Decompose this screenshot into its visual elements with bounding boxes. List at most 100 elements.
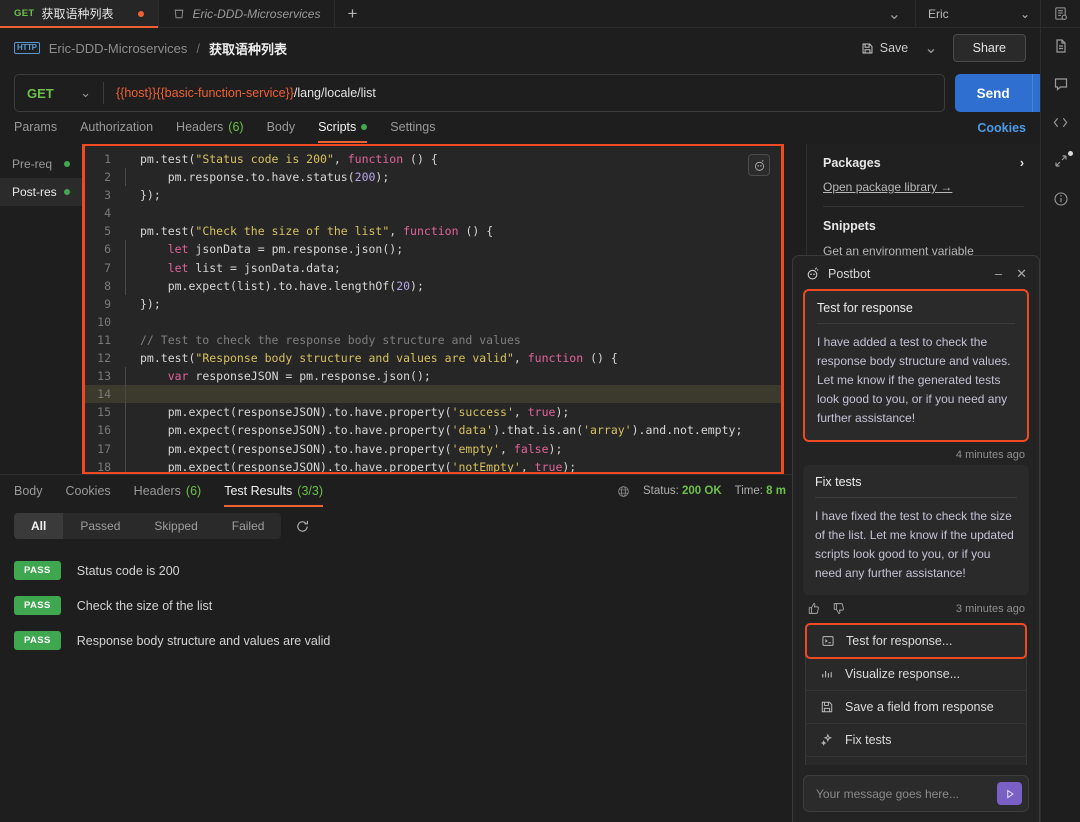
tab-response-body[interactable]: Body xyxy=(14,476,54,507)
send-button[interactable]: Send xyxy=(955,74,1032,112)
breadcrumb-row: HTTP Eric-DDD-Microservices / 获取语种列表 Sav… xyxy=(0,28,1080,68)
status-value: 200 OK xyxy=(682,485,722,497)
postbot-header: Postbot – ✕ xyxy=(793,256,1039,289)
url-path: /lang/locale/list xyxy=(293,86,376,100)
environment-selector[interactable]: Eric ⌄ xyxy=(915,0,1040,28)
tab-label: Headers xyxy=(176,120,224,134)
tab-count: (6) xyxy=(185,483,202,498)
code-text: pm.expect(responseJSON).to.have.property… xyxy=(125,421,742,440)
message-meta: 3 minutes ago xyxy=(803,595,1029,615)
request-tabs: Params Authorization Headers (6) Body Scr… xyxy=(0,112,1080,144)
tab-label: Body xyxy=(266,120,296,134)
globe-icon[interactable] xyxy=(617,485,630,498)
tab-settings[interactable]: Settings xyxy=(390,113,446,143)
response-status-bar: Status: 200 OK Time: 8 m xyxy=(617,485,792,498)
action-visualize-response[interactable]: Visualize response... xyxy=(806,658,1026,691)
method-selector[interactable]: GET ⌄ xyxy=(15,85,103,101)
tab-bar: GET 获取语种列表 Eric-DDD-Microservices + ⌄ Er… xyxy=(0,0,1080,28)
tab-headers[interactable]: Headers (6) xyxy=(176,113,255,143)
close-icon[interactable]: ✕ xyxy=(1016,267,1027,280)
code-line: 10 xyxy=(85,313,781,331)
test-name: Response body structure and values are v… xyxy=(76,633,331,648)
script-tab-post-response[interactable]: Post-res xyxy=(0,178,82,206)
info-icon[interactable] xyxy=(1053,191,1069,207)
tab-scripts[interactable]: Scripts xyxy=(318,113,378,143)
time-text: Time: 8 m xyxy=(735,485,786,497)
tab-response-headers[interactable]: Headers (6) xyxy=(134,476,213,507)
feedback-buttons xyxy=(807,602,845,615)
action-fix-tests[interactable]: Fix tests xyxy=(806,724,1026,757)
message-body: I have added a test to check the respons… xyxy=(817,335,1011,425)
filter-all[interactable]: All xyxy=(14,513,64,539)
environment-quick-look-icon[interactable] xyxy=(1040,0,1080,28)
line-number: 8 xyxy=(104,278,111,293)
http-protocol-icon: HTTP xyxy=(14,42,40,54)
code-line: 18 pm.expect(responseJSON).to.have.prope… xyxy=(85,457,781,472)
snippets-title: Snippets xyxy=(823,219,876,233)
action-save-field-from-response[interactable]: Save a field from response xyxy=(806,691,1026,724)
tab-body[interactable]: Body xyxy=(267,113,307,143)
divider xyxy=(823,206,1024,207)
code-text: pm.test("Response body structure and val… xyxy=(140,351,618,366)
url-row: GET ⌄ {{host}}{{basic-function-service}}… xyxy=(0,68,1080,112)
script-tab-pre-request[interactable]: Pre-req xyxy=(0,150,82,178)
filter-failed[interactable]: Failed xyxy=(215,513,282,539)
code-editor[interactable]: 1 pm.test("Status code is 200", function … xyxy=(82,144,784,474)
request-tab-1[interactable]: GET 获取语种列表 xyxy=(0,0,160,28)
code-line: 4 xyxy=(85,204,781,222)
breadcrumb-collection[interactable]: Eric-DDD-Microservices xyxy=(49,41,188,56)
action-test-for-response[interactable]: Test for response... xyxy=(805,623,1027,659)
filter-passed[interactable]: Passed xyxy=(63,513,137,539)
tab-count: (3/3) xyxy=(297,483,323,498)
tab-response-cookies[interactable]: Cookies xyxy=(66,476,122,507)
save-button[interactable]: Save xyxy=(852,36,918,60)
filter-skipped[interactable]: Skipped xyxy=(137,513,214,539)
new-tab-button[interactable]: + xyxy=(335,0,369,27)
thumbs-up-icon[interactable] xyxy=(807,602,820,615)
code-text: pm.expect(responseJSON).to.have.property… xyxy=(125,403,569,422)
code-icon[interactable] xyxy=(1052,114,1069,131)
share-button[interactable]: Share xyxy=(952,34,1026,62)
comment-icon[interactable] xyxy=(1053,76,1069,92)
code-line: 2 pm.response.to.have.status(200); xyxy=(85,168,781,187)
refresh-icon[interactable] xyxy=(295,519,310,534)
breadcrumb-separator: / xyxy=(196,40,200,56)
tab-authorization[interactable]: Authorization xyxy=(80,113,164,143)
action-label: Test for response... xyxy=(846,634,953,648)
minimize-icon[interactable]: – xyxy=(995,267,1002,280)
postbot-conversation[interactable]: Test for response I have added a test to… xyxy=(793,289,1039,765)
url-input[interactable]: {{host}}{{basic-function-service}}/lang/… xyxy=(104,86,376,100)
response-pane: Body Cookies Headers (6) Test Results (3/3… xyxy=(0,474,806,822)
postbot-icon[interactable] xyxy=(748,154,770,176)
status-badge: PASS xyxy=(14,631,61,650)
packages-header[interactable]: Packages › xyxy=(823,156,1024,170)
left-column: Pre-req Post-res 1 pm.test("Status code i… xyxy=(0,144,806,822)
code-text: pm.test("Check the size of the list", fu… xyxy=(140,224,494,239)
documentation-icon[interactable] xyxy=(1053,38,1069,54)
tab-params[interactable]: Params xyxy=(14,113,68,143)
save-options-chevron-down-icon[interactable]: ⌄ xyxy=(917,33,944,63)
code-text xyxy=(125,385,140,404)
postbot-message-input[interactable] xyxy=(816,786,997,801)
code-text: pm.expect(list).to.have.lengthOf(20); xyxy=(125,276,424,295)
open-package-library-link[interactable]: Open package library → xyxy=(823,180,1024,194)
thumbs-down-icon[interactable] xyxy=(832,602,845,615)
status-dot-icon xyxy=(64,161,70,167)
line-number: 17 xyxy=(97,441,111,456)
postbot-input-row xyxy=(803,775,1029,812)
action-add-more-tests[interactable]: Add more tests xyxy=(806,757,1026,765)
send-triangle-icon[interactable] xyxy=(997,782,1022,805)
code-line: 8 pm.expect(list).to.have.lengthOf(20); xyxy=(85,276,781,295)
line-number: 12 xyxy=(97,351,111,366)
chevron-down-icon[interactable]: ⌄ xyxy=(874,4,915,24)
tab-label: Body xyxy=(14,483,43,498)
status-label: Status: xyxy=(642,485,679,497)
expand-icon[interactable] xyxy=(1053,151,1073,169)
request-tab-2[interactable]: Eric-DDD-Microservices xyxy=(159,0,336,27)
code-text: pm.expect(responseJSON).to.have.property… xyxy=(125,439,562,458)
code-text: // Test to check the response body struc… xyxy=(140,332,521,347)
test-result-row: PASS Status code is 200 xyxy=(14,553,792,588)
tab-test-results[interactable]: Test Results (3/3) xyxy=(224,476,334,507)
code-content[interactable]: 1 pm.test("Status code is 200", function … xyxy=(85,146,781,472)
